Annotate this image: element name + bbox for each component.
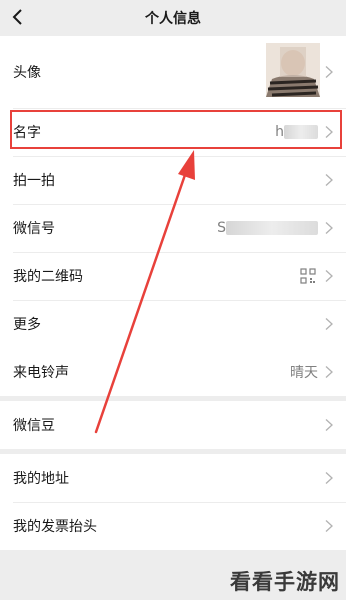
- annotation-arrow-icon: [94, 150, 195, 434]
- watermark: 看看手游网: [230, 570, 340, 594]
